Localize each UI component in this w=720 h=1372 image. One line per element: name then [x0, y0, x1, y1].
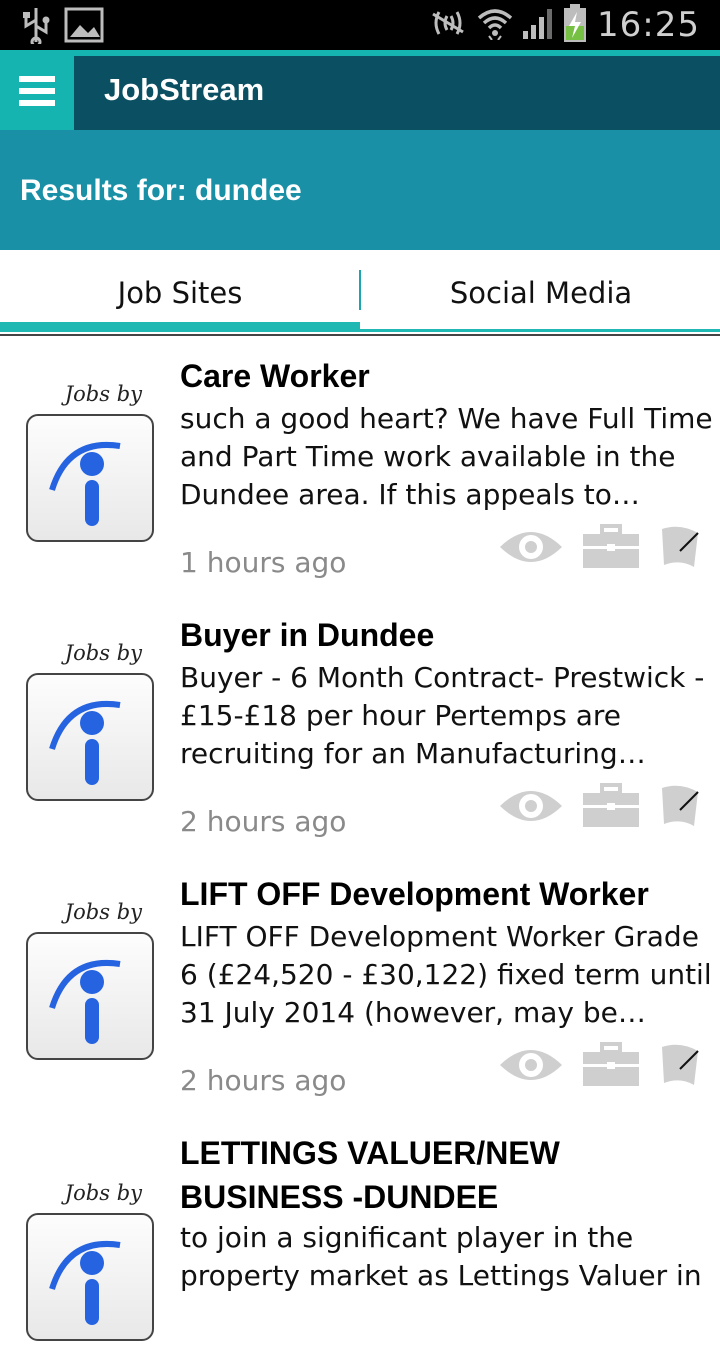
indeed-i-icon: [26, 932, 154, 1060]
indeed-i-icon: [26, 414, 154, 542]
results-label: Results for: dundee: [20, 174, 302, 207]
briefcase-icon[interactable]: [582, 1042, 640, 1092]
eye-icon[interactable]: [498, 786, 564, 830]
logo-caption: Jobs by: [64, 382, 142, 406]
battery-charging-icon: [563, 4, 587, 46]
indeed-logo: Jobs by: [26, 900, 154, 1060]
signal-icon: [523, 7, 553, 43]
app-bar: JobStream: [0, 50, 720, 130]
briefcase-icon[interactable]: [582, 524, 640, 574]
tab-social-media[interactable]: Social Media: [361, 250, 720, 336]
job-time: 2 hours ago: [180, 805, 347, 838]
active-tab-indicator: [0, 322, 360, 332]
job-title: Buyer in Dundee: [180, 617, 435, 653]
menu-button[interactable]: [0, 56, 74, 130]
flag-icon[interactable]: [658, 525, 700, 573]
job-title: Care Worker: [180, 358, 370, 394]
job-description: to join a significant player in the prop…: [180, 1221, 702, 1292]
job-title: LETTINGS VALUER/NEW BUSINESS -DUNDEE: [180, 1135, 560, 1215]
job-list-item[interactable]: Jobs by LETTINGS VALUER/NEW BUSINESS -DU…: [0, 1113, 720, 1372]
indeed-i-icon: [26, 1213, 154, 1341]
indeed-logo: Jobs by: [26, 382, 154, 542]
job-list-item[interactable]: Jobs by LIFT OFF Development Worker LIFT…: [0, 854, 720, 1115]
job-list-item[interactable]: Jobs by Buyer in Dundee Buyer - 6 Month …: [0, 595, 720, 856]
hamburger-menu-icon: [19, 76, 55, 110]
job-description: Buyer - 6 Month Contract- Prestwick - £1…: [180, 661, 705, 770]
indeed-logo: Jobs by: [26, 641, 154, 801]
job-description: such a good heart? We have Full Time and…: [180, 402, 713, 511]
eye-icon[interactable]: [498, 1045, 564, 1089]
job-list-item[interactable]: Jobs by Care Worker such a good heart? W…: [0, 336, 720, 597]
indeed-logo: Jobs by: [26, 1181, 154, 1341]
results-header: Results for: dundee: [0, 130, 720, 250]
tab-underline: [360, 329, 720, 332]
flag-icon[interactable]: [658, 1043, 700, 1091]
job-description: LIFT OFF Development Worker Grade 6 (£24…: [180, 920, 712, 1029]
job-time: 2 hours ago: [180, 1064, 347, 1097]
job-actions: [498, 783, 700, 833]
eye-icon[interactable]: [498, 527, 564, 571]
app-bar-accent-line: [0, 50, 720, 56]
logo-caption: Jobs by: [64, 641, 142, 665]
indeed-i-icon: [26, 673, 154, 801]
app-title: JobStream: [104, 72, 265, 107]
status-time: 16:25: [597, 5, 700, 45]
logo-caption: Jobs by: [64, 900, 142, 924]
image-icon: [64, 7, 104, 47]
usb-icon: [22, 6, 50, 48]
flag-icon[interactable]: [658, 784, 700, 832]
briefcase-icon[interactable]: [582, 783, 640, 833]
job-actions: [498, 1042, 700, 1092]
job-title: LIFT OFF Development Worker: [180, 876, 649, 912]
job-time: 1 hours ago: [180, 546, 347, 579]
nfc-muted-icon: [429, 8, 467, 42]
status-bar: 16:25: [0, 0, 720, 50]
wifi-icon: [477, 6, 513, 44]
job-actions: [498, 524, 700, 574]
logo-caption: Jobs by: [64, 1181, 142, 1205]
